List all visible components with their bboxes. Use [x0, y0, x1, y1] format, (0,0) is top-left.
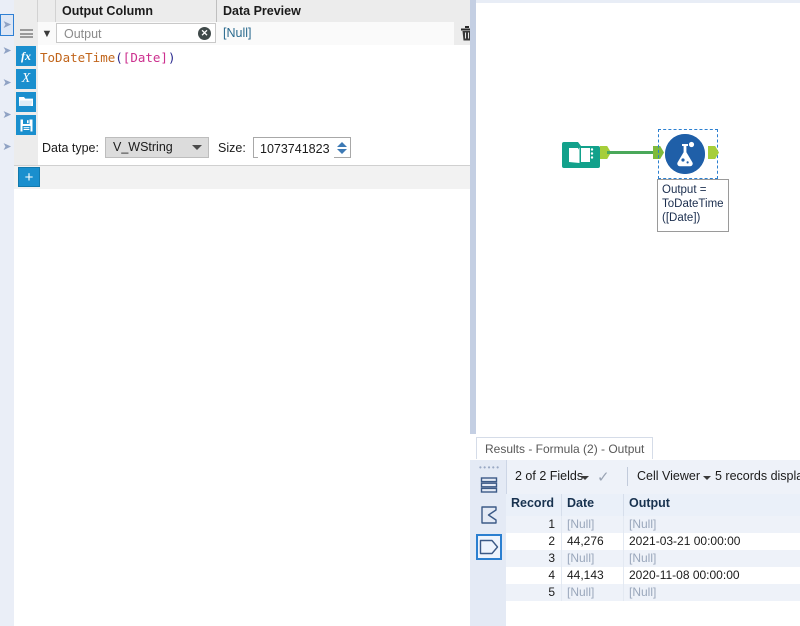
cell-viewer-label[interactable]: Cell Viewer	[637, 469, 700, 483]
cell-record[interactable]: 2	[506, 533, 562, 550]
cell-record[interactable]: 1	[506, 516, 562, 533]
config-grid-header: Output Column Data Preview	[14, 0, 470, 23]
cell-date[interactable]: 44,276	[562, 533, 624, 550]
cell-output[interactable]: [Null]	[624, 550, 800, 567]
data-type-select[interactable]: V_WString	[105, 137, 209, 158]
toolbar-separator	[627, 467, 628, 486]
results-tab[interactable]: Results - Formula (2) - Output	[476, 437, 654, 459]
table-rows-icon-svg	[480, 477, 498, 493]
results-left-rail: •••••	[470, 460, 507, 626]
header-output-column: Output Column	[56, 0, 217, 22]
rail-arrow-icon-4[interactable]: ➤	[0, 136, 14, 158]
connection-line[interactable]	[607, 151, 655, 154]
formula-node[interactable]	[665, 134, 705, 174]
results-table: Record Date Output 1 [Null] [Null] 2 44,276 2…	[506, 494, 800, 626]
cell-date[interactable]: [Null]	[562, 584, 624, 601]
type-and-size-row: Data type: V_WString Size:	[14, 133, 470, 165]
sigma-icon-svg	[481, 506, 497, 524]
cell-date[interactable]: [Null]	[562, 550, 624, 567]
left-rail: ➤ ➤ ➤ ➤ ➤	[0, 0, 14, 626]
results-toolbar: 2 of 2 Fields ✓ Cell Viewer 5 records di…	[470, 460, 800, 495]
cell-output[interactable]: 2020-11-08 00:00:00	[624, 567, 800, 584]
data-preview-value: [Null]	[223, 26, 252, 40]
output-column-name-input[interactable]	[62, 24, 194, 44]
formula-expression: ToDateTime([Date])	[40, 50, 175, 65]
open-folder-icon[interactable]	[16, 92, 36, 112]
formula-field-token: [Date]	[122, 50, 168, 65]
flask-icon	[665, 134, 705, 174]
cell-date[interactable]: [Null]	[562, 516, 624, 533]
rail-arrow-icon-2[interactable]: ➤	[0, 72, 14, 94]
table-row[interactable]: 4 44,143 2020-11-08 00:00:00	[506, 567, 800, 584]
size-label: Size:	[218, 141, 246, 155]
table-row[interactable]: 1 [Null] [Null]	[506, 516, 800, 533]
column-header-record[interactable]: Record	[506, 494, 562, 516]
annotation-line-2: ToDateTime	[662, 198, 724, 210]
workflow-canvas[interactable]: Output = ToDateTime ([Date])	[476, 0, 800, 434]
summary-sigma-icon[interactable]	[476, 502, 502, 528]
column-header-date[interactable]: Date	[562, 494, 624, 516]
field-tag-icon[interactable]	[476, 534, 502, 560]
chevron-down-icon-fields[interactable]	[581, 476, 589, 480]
rail-arrow-icon-1[interactable]: ➤	[0, 40, 14, 62]
chevron-down-icon-datatype	[192, 145, 202, 150]
add-column-button[interactable]: +	[18, 167, 40, 187]
header-data-preview: Data Preview	[223, 4, 301, 18]
data-type-value: V_WString	[113, 140, 173, 154]
text-input-node[interactable]	[562, 136, 600, 170]
annotation-line-3: ([Date])	[662, 212, 701, 224]
formula-function-token: ToDateTime	[40, 50, 116, 65]
size-input-box[interactable]	[253, 137, 334, 159]
checkmark-icon[interactable]: ✓	[597, 468, 610, 486]
data-type-label: Data type:	[42, 141, 99, 155]
table-row[interactable]: 3 [Null] [Null]	[506, 550, 800, 567]
clear-circle-icon[interactable]: ✕	[198, 27, 211, 40]
table-row[interactable]: 2 44,276 2021-03-21 00:00:00	[506, 533, 800, 550]
variable-icon[interactable]: X	[16, 69, 36, 89]
output-field-row: ▼ ✕ [Null]	[14, 22, 480, 46]
function-icon[interactable]: fx	[16, 46, 36, 66]
records-display-label: 5 records display	[715, 469, 800, 483]
rail-arrow-icon-0[interactable]: ➤	[0, 14, 14, 36]
cell-date[interactable]: 44,143	[562, 567, 624, 584]
size-input[interactable]	[258, 138, 334, 159]
column-header-output[interactable]: Output	[624, 494, 800, 516]
results-table-header: Record Date Output	[506, 494, 800, 517]
cell-output[interactable]: [Null]	[624, 516, 800, 533]
rail-arrow-icon-3[interactable]: ➤	[0, 104, 14, 126]
cell-record[interactable]: 5	[506, 584, 562, 601]
formula-close-paren-token: )	[167, 50, 176, 65]
node-annotation[interactable]: Output = ToDateTime ([Date])	[657, 179, 729, 232]
cell-record[interactable]: 4	[506, 567, 562, 584]
table-row[interactable]: 5 [Null] [Null]	[506, 584, 800, 601]
formula-config-panel: ➤ ➤ ➤ ➤ ➤ Output Column Data Preview ▼ ✕…	[0, 0, 480, 626]
stepper-down-icon[interactable]	[337, 148, 347, 154]
size-stepper[interactable]	[334, 137, 351, 158]
results-tab-bar: Results - Formula (2) - Output	[470, 434, 800, 461]
open-folder-icon-svg	[19, 97, 33, 106]
formula-open-paren-token: (	[115, 50, 123, 65]
alteryx-window: ➤ ➤ ➤ ➤ ➤ Output Column Data Preview ▼ ✕…	[0, 0, 800, 626]
header-spacer-chevron	[38, 0, 56, 22]
save-icon-svg	[20, 119, 32, 131]
table-rows-icon[interactable]	[476, 472, 502, 498]
cell-output[interactable]: [Null]	[624, 584, 800, 601]
drag-handle-icon[interactable]	[14, 22, 39, 45]
config-panel-empty-area	[14, 189, 470, 626]
fields-selector-label[interactable]: 2 of 2 Fields	[515, 469, 583, 483]
output-column-name-box[interactable]: ✕	[56, 23, 216, 44]
chevron-down-icon-viewer[interactable]	[703, 476, 711, 480]
add-field-band: +	[14, 166, 470, 190]
tag-icon-svg	[479, 539, 499, 555]
header-spacer-drag	[14, 0, 38, 22]
rail-grip-icon[interactable]: •••••	[479, 463, 501, 472]
cell-output[interactable]: 2021-03-21 00:00:00	[624, 533, 800, 550]
annotation-line-1: Output =	[662, 184, 707, 196]
chevron-down-icon[interactable]: ▼	[38, 22, 56, 45]
results-panel: Results - Formula (2) - Output 2 of 2 Fi…	[470, 434, 800, 626]
book-icon	[562, 142, 600, 168]
cell-record[interactable]: 3	[506, 550, 562, 567]
stepper-up-icon[interactable]	[337, 141, 347, 147]
save-icon[interactable]	[16, 115, 36, 135]
